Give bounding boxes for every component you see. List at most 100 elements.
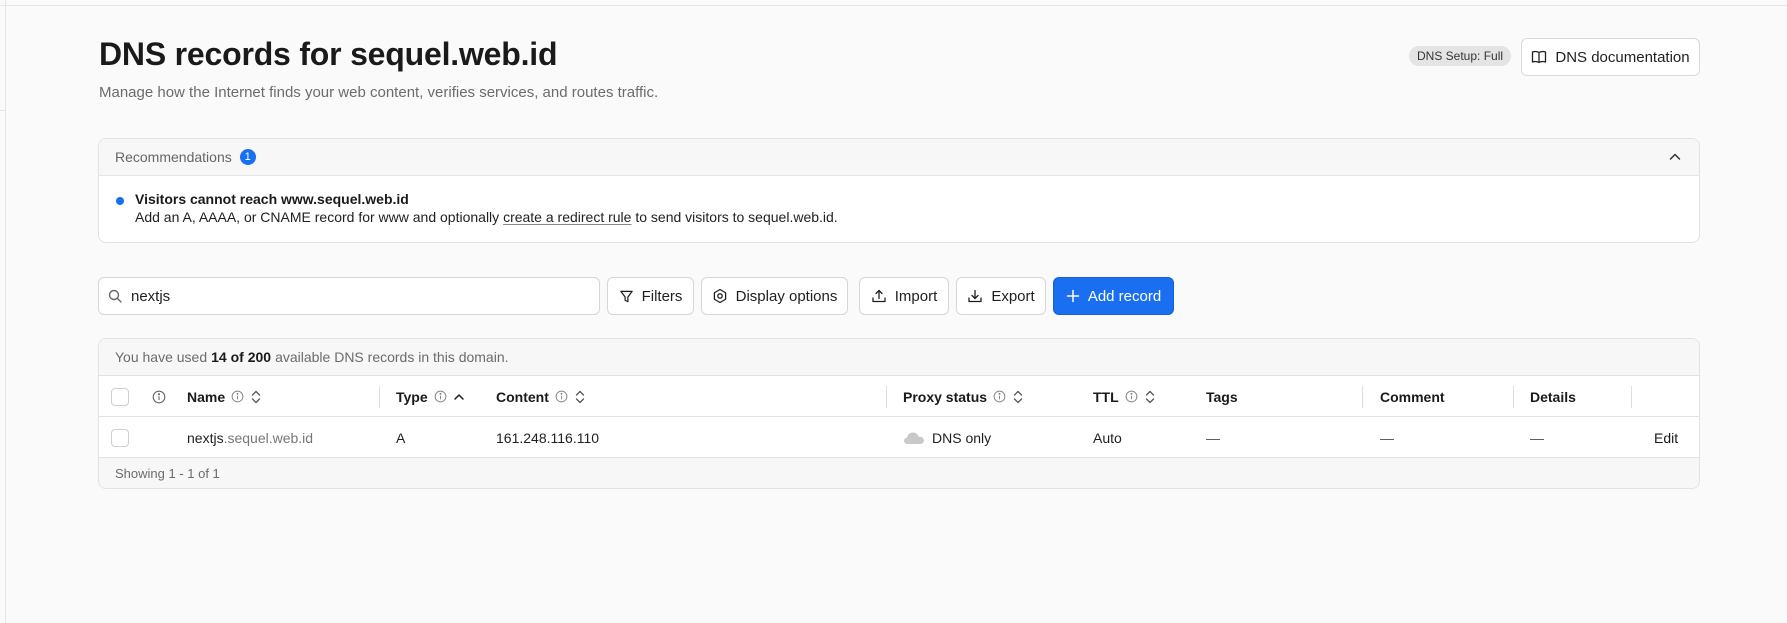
sort-ascending-icon[interactable] xyxy=(453,389,465,405)
record-ttl-cell: Auto xyxy=(1093,417,1122,458)
column-header-name[interactable]: Name xyxy=(187,376,262,417)
record-ttl: Auto xyxy=(1093,429,1122,446)
table-footer: Showing 1 - 1 of 1 xyxy=(99,458,1699,488)
info-icon[interactable] xyxy=(152,390,166,404)
column-header-ttl-label: TTL xyxy=(1093,388,1119,405)
usage-text-before: You have used xyxy=(115,349,208,365)
search-icon xyxy=(107,288,123,304)
record-proxy-status: DNS only xyxy=(932,429,992,446)
search-input-value: nextjs xyxy=(131,287,171,305)
info-icon[interactable] xyxy=(231,390,244,403)
edit-record-button[interactable]: Edit xyxy=(1654,430,1678,446)
column-header-tags: Tags xyxy=(1206,376,1238,417)
display-options-label: Display options xyxy=(735,287,838,305)
record-details: — xyxy=(1530,429,1544,446)
import-label: Import xyxy=(894,287,938,305)
row-select-cell xyxy=(111,417,129,458)
info-header-cell xyxy=(152,376,166,417)
download-icon xyxy=(967,288,983,304)
record-type: A xyxy=(396,429,406,446)
column-header-tags-label: Tags xyxy=(1206,388,1238,405)
recommendations-count-badge: 1 xyxy=(239,149,256,165)
filters-button[interactable]: Filters xyxy=(607,277,694,315)
sort-icon[interactable] xyxy=(1144,389,1156,405)
display-options-button[interactable]: Display options xyxy=(701,277,848,315)
import-button[interactable]: Import xyxy=(859,277,949,315)
usage-summary: You have used 14 of 200 available DNS re… xyxy=(99,339,1699,376)
column-header-proxy-label: Proxy status xyxy=(903,388,988,405)
recommendation-item: Visitors cannot reach www.sequel.web.id … xyxy=(99,176,1699,227)
recommendations-panel: Recommendations 1 Visitors cannot reach … xyxy=(98,138,1700,243)
sort-icon[interactable] xyxy=(250,389,262,405)
create-redirect-rule-link[interactable]: create a redirect rule xyxy=(503,209,631,225)
record-tags: — xyxy=(1206,429,1220,446)
recommendations-label: Recommendations xyxy=(115,149,232,165)
usage-text-after: available DNS records in this domain. xyxy=(275,349,509,365)
info-icon[interactable] xyxy=(993,390,1006,403)
sort-icon[interactable] xyxy=(1012,389,1024,405)
add-record-label: Add record xyxy=(1087,287,1162,305)
search-input[interactable]: nextjs xyxy=(98,277,600,315)
recommendation-text-before: Add an A, AAAA, or CNAME record for www … xyxy=(135,209,504,225)
cloud-icon xyxy=(903,431,925,445)
dns-setup-badge: DNS Setup: Full xyxy=(1409,46,1512,66)
info-icon[interactable] xyxy=(555,390,568,403)
table-header-row: Name Type Content Proxy status TTL Tags … xyxy=(99,376,1699,417)
recommendations-header[interactable]: Recommendations 1 xyxy=(99,139,1699,176)
record-name-zone: .sequel.web.id xyxy=(223,429,314,446)
dns-records-table: You have used 14 of 200 available DNS re… xyxy=(98,338,1700,489)
sort-icon[interactable] xyxy=(574,389,586,405)
column-header-content[interactable]: Content xyxy=(496,376,586,417)
chevron-up-icon[interactable] xyxy=(1667,149,1683,165)
record-proxy-cell: DNS only xyxy=(903,417,991,458)
column-header-details-label: Details xyxy=(1530,388,1576,405)
info-icon[interactable] xyxy=(434,390,447,403)
record-content-cell: 161.248.116.110 xyxy=(496,417,599,458)
top-divider xyxy=(0,5,1787,6)
row-checkbox[interactable] xyxy=(111,428,129,447)
column-header-content-label: Content xyxy=(496,388,549,405)
book-icon xyxy=(1531,49,1547,65)
record-type-cell: A xyxy=(396,417,405,458)
record-content: 161.248.116.110 xyxy=(496,429,600,446)
add-record-button[interactable]: Add record xyxy=(1053,277,1174,315)
column-divider[interactable] xyxy=(886,386,887,408)
filter-icon xyxy=(619,289,634,304)
recommendation-title: Visitors cannot reach www.sequel.web.id xyxy=(135,191,409,207)
record-comment: — xyxy=(1380,429,1394,446)
column-divider[interactable] xyxy=(379,386,380,408)
column-divider[interactable] xyxy=(1631,386,1632,408)
select-all-cell xyxy=(111,376,129,417)
info-icon[interactable] xyxy=(1125,390,1138,403)
export-button[interactable]: Export xyxy=(956,277,1046,315)
table-row[interactable]: nextjs .sequel.web.id A 161.248.116.110 D… xyxy=(99,417,1699,458)
recommendation-text-after: to send visitors to sequel.web.id. xyxy=(631,209,838,225)
record-details-cell: — xyxy=(1530,417,1544,458)
filters-label: Filters xyxy=(641,287,683,305)
column-header-proxy-status[interactable]: Proxy status xyxy=(903,376,1024,417)
upload-icon xyxy=(871,288,887,304)
column-divider[interactable] xyxy=(1513,386,1514,408)
column-header-type-label: Type xyxy=(396,388,428,405)
column-divider[interactable] xyxy=(1362,386,1363,408)
dns-documentation-label: DNS documentation xyxy=(1555,48,1690,66)
export-label: Export xyxy=(991,287,1035,305)
record-actions-cell: Edit xyxy=(1654,417,1678,458)
column-header-ttl[interactable]: TTL xyxy=(1093,376,1156,417)
column-header-comment: Comment xyxy=(1380,376,1445,417)
page-title: DNS records for sequel.web.id xyxy=(99,36,558,72)
select-all-checkbox[interactable] xyxy=(111,387,129,406)
pagination-summary: Showing 1 - 1 of 1 xyxy=(115,465,220,481)
bullet-icon xyxy=(116,197,124,205)
column-header-name-label: Name xyxy=(187,388,226,405)
gear-icon xyxy=(712,288,728,304)
usage-count: 14 of 200 xyxy=(211,349,272,365)
plus-icon xyxy=(1066,289,1080,303)
column-header-details: Details xyxy=(1530,376,1576,417)
sidebar-edge xyxy=(0,110,5,111)
recommendation-text: Add an A, AAAA, or CNAME record for www … xyxy=(135,208,1699,227)
record-name-subdomain: nextjs xyxy=(187,429,224,446)
column-header-type[interactable]: Type xyxy=(396,376,465,417)
dns-documentation-button[interactable]: DNS documentation xyxy=(1521,38,1700,76)
column-header-comment-label: Comment xyxy=(1380,388,1445,405)
